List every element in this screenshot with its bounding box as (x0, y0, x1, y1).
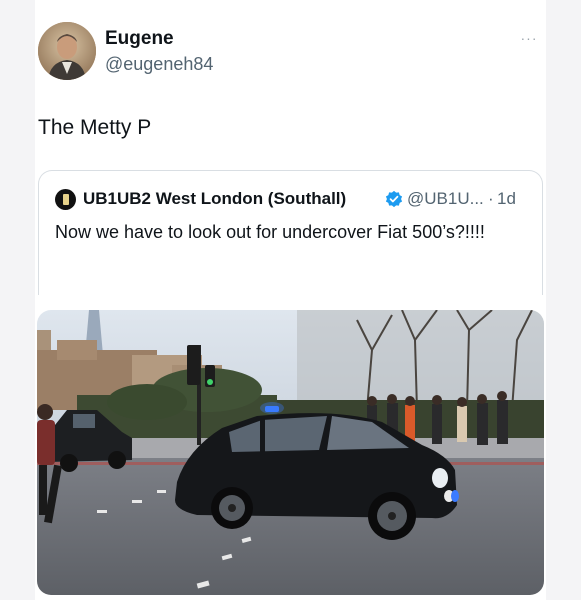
quoted-author-handle[interactable]: @UB1U... (407, 189, 484, 209)
quoted-tweet[interactable]: UB1UB2 West London (Southall) @UB1U... ·… (38, 170, 543, 295)
author-avatar[interactable] (38, 22, 96, 80)
street-scene-image (37, 310, 544, 595)
tweet-text: The Metty P (38, 116, 152, 139)
more-options-icon[interactable]: ··· (518, 30, 540, 46)
quoted-author-avatar[interactable] (55, 189, 76, 210)
attached-video[interactable] (37, 310, 544, 595)
quote-fade-overlay (39, 255, 542, 295)
quoted-author-name[interactable]: UB1UB2 West London (Southall) (83, 189, 346, 209)
avatar-image (38, 22, 96, 80)
author-name[interactable]: Eugene (105, 28, 174, 50)
quoted-tweet-text: Now we have to look out for undercover F… (55, 222, 485, 242)
separator-dot: · (488, 189, 494, 208)
verified-badge-icon (385, 190, 403, 208)
author-handle[interactable]: @eugeneh84 (105, 54, 213, 75)
quoted-timestamp[interactable]: 1d (497, 189, 516, 209)
